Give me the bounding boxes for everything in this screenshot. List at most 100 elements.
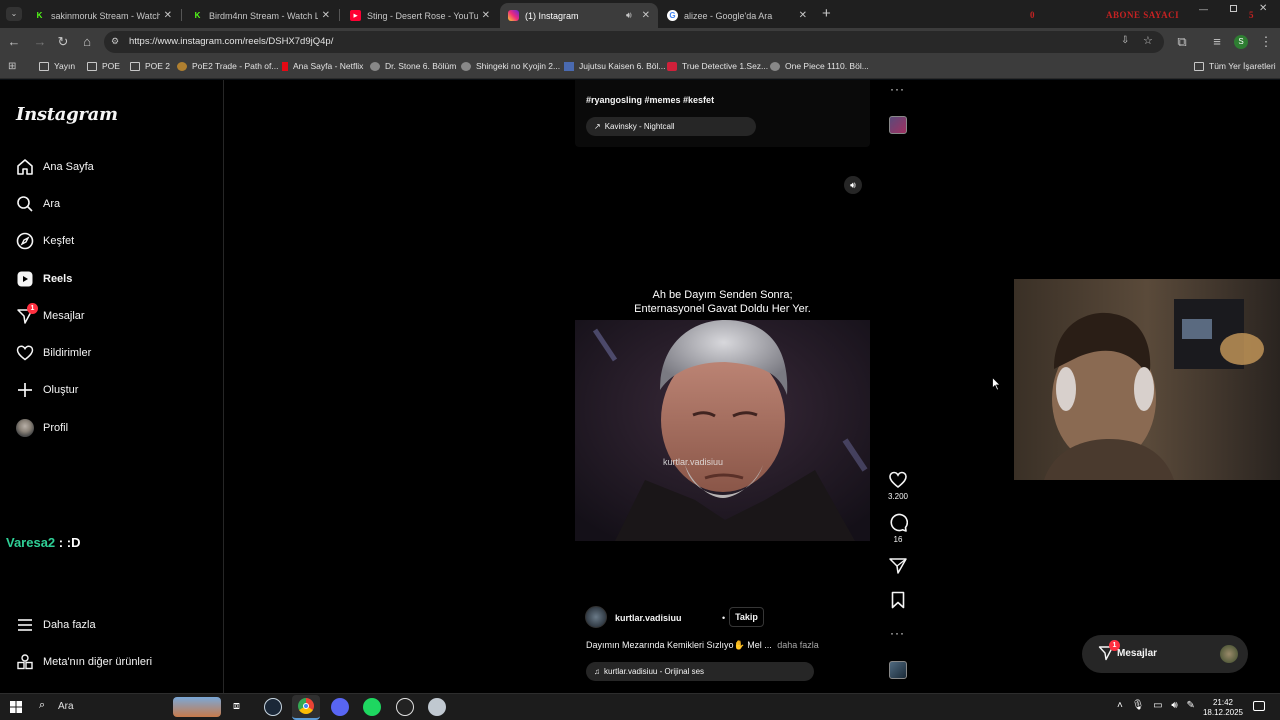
home-button[interactable]: ⌂ xyxy=(79,34,95,50)
bookmark-dr-stone[interactable]: Dr. Stone 6. Bölüm xyxy=(370,61,456,71)
minimize-button[interactable]: — xyxy=(1199,4,1208,14)
search-icon xyxy=(17,196,33,212)
sidebar-item-more[interactable]: Daha fazla xyxy=(16,613,96,637)
reel-hashtags[interactable]: #ryangosling #memes #kesfet xyxy=(586,95,714,105)
notification-center-icon[interactable] xyxy=(1253,701,1265,711)
app-icon[interactable] xyxy=(428,698,446,716)
speaker-icon[interactable]: 🔊︎ xyxy=(626,10,632,21)
stream-chat-overlay: Varesa2 : :D xyxy=(6,535,81,550)
sidebar-item-search[interactable]: Ara xyxy=(16,192,60,216)
all-bookmarks[interactable]: Tüm Yer İşaretleri xyxy=(1194,61,1276,71)
microphone-icon[interactable]: 🎙︎ xyxy=(1132,700,1145,711)
system-tray: ˄ 🎙︎ ▭ 🔊︎ ✎ xyxy=(1117,700,1195,711)
tab-google[interactable]: G alizee - Google'da Ara ✕ xyxy=(659,3,815,28)
bookmark-netflix[interactable]: Ana Sayfa - Netflix xyxy=(282,61,363,71)
new-tab-button[interactable]: + xyxy=(822,5,831,22)
sidebar-item-home[interactable]: Ana Sayfa xyxy=(16,155,94,179)
windows-start-icon[interactable] xyxy=(10,701,22,713)
search-icon: ⌕ xyxy=(39,699,46,711)
task-view-icon[interactable]: ⧈ xyxy=(233,700,240,713)
sidebar-item-meta[interactable]: Meta'nın diğer ürünleri xyxy=(16,650,152,674)
sidebar-item-notifications[interactable]: Bildirimler xyxy=(16,341,91,365)
show-more-link[interactable]: daha fazla xyxy=(777,640,819,650)
sidebar-item-reels[interactable]: Reels xyxy=(16,267,72,291)
spotify-icon[interactable] xyxy=(363,698,381,716)
messenger-icon: 1 xyxy=(1098,640,1120,661)
extensions-icon[interactable]: ⧉ xyxy=(1174,34,1190,50)
chevron-up-icon[interactable]: ˄ xyxy=(1117,700,1123,711)
share-icon[interactable] xyxy=(888,556,908,576)
sidebar-item-explore[interactable]: Keşfet xyxy=(16,229,74,253)
taskbar-clock[interactable]: 21:42 18.12.2025 xyxy=(1200,698,1246,718)
menu-icon[interactable]: ⋮ xyxy=(1258,34,1274,50)
avatar xyxy=(1220,645,1238,663)
steam-icon[interactable] xyxy=(264,698,282,716)
kick-icon: K xyxy=(36,11,43,20)
app-icon[interactable] xyxy=(396,698,414,716)
save-bookmark-icon[interactable] xyxy=(888,590,908,610)
close-tab-icon[interactable]: ✕ xyxy=(164,10,172,21)
bookmark-star-icon[interactable]: ☆ xyxy=(1143,34,1153,47)
more-options-icon[interactable]: ··· xyxy=(890,82,905,96)
folder-icon xyxy=(87,61,97,71)
network-icon[interactable]: ▭ xyxy=(1153,700,1162,711)
author-avatar[interactable] xyxy=(585,606,607,628)
close-tab-icon[interactable]: ✕ xyxy=(799,10,807,21)
taskbar-search[interactable]: ⌕ Ara xyxy=(32,697,224,717)
instagram-logo[interactable]: Instagram xyxy=(16,104,118,125)
reload-button[interactable]: ↻ xyxy=(55,34,71,50)
site-icon xyxy=(461,61,471,71)
comment-icon[interactable] xyxy=(888,513,908,533)
discord-icon[interactable] xyxy=(331,698,349,716)
comment-count: 16 xyxy=(893,535,903,544)
bookmark-one-piece[interactable]: One Piece 1110. Böl... xyxy=(770,61,869,71)
close-tab-icon[interactable]: ✕ xyxy=(322,10,330,21)
like-heart-icon[interactable] xyxy=(888,470,908,490)
google-icon: G xyxy=(667,10,678,21)
tab-sakinmoruk[interactable]: K sakinmoruk Stream - Watch Live ✕ xyxy=(26,3,180,28)
tab-search-button[interactable]: ⌄ xyxy=(6,7,22,21)
bookmark-poe[interactable]: POE xyxy=(87,61,120,71)
sidebar-item-create[interactable]: Oluştur xyxy=(16,378,78,402)
site-info-icon[interactable]: ⚙ xyxy=(111,36,119,47)
tab-instagram[interactable]: (1) Instagram 🔊︎ ✕ xyxy=(500,3,658,28)
back-button[interactable]: ← xyxy=(6,34,22,50)
messages-floating-button[interactable]: 1 Mesajlar xyxy=(1082,635,1248,673)
bookmark-yayin[interactable]: Yayın xyxy=(39,61,75,71)
audio-link[interactable]: ♫ kurtlar.vadisiuu - Orijinal ses xyxy=(586,662,814,681)
follow-button[interactable]: Takip xyxy=(729,607,764,627)
close-tab-icon[interactable]: ✕ xyxy=(482,10,490,21)
mouse-cursor-icon xyxy=(992,377,1001,391)
audio-thumbnail[interactable] xyxy=(889,116,907,134)
profile-avatar[interactable]: S xyxy=(1234,35,1248,49)
pen-icon[interactable]: ✎ xyxy=(1186,700,1194,711)
address-bar[interactable]: ⚙ https://www.instagram.com/reels/DSHX7d… xyxy=(104,31,1164,53)
author-username[interactable]: kurtlar.vadisiuu xyxy=(615,613,682,623)
sidebar-item-profile[interactable]: Profil xyxy=(16,416,68,440)
reel-caption[interactable]: Dayımın Mezarında Kemikleri Sızlıyo✋ Mel… xyxy=(586,640,819,651)
bookmark-true-detective[interactable]: True Detective 1.Sez... xyxy=(667,61,768,71)
mute-toggle[interactable]: 🔊︎ xyxy=(844,176,862,194)
restore-button[interactable] xyxy=(1230,5,1237,12)
audio-thumbnail[interactable] xyxy=(889,661,907,679)
volume-icon[interactable]: 🔊︎ xyxy=(1171,700,1177,711)
sidebar-item-messages[interactable]: 1 Mesajlar xyxy=(16,303,85,328)
tab-youtube[interactable]: ▶ Sting - Desert Rose - YouTube ✕ xyxy=(342,3,498,28)
site-icon xyxy=(564,61,574,71)
bookmark-shingeki[interactable]: Shingeki no Kyojin 2... xyxy=(461,61,560,71)
tab-birdm4nn[interactable]: K Birdm4nn Stream - Watch Live ✕ xyxy=(184,3,338,28)
bookmark-jujutsu[interactable]: Jujutsu Kaisen 6. Böl... xyxy=(564,61,665,71)
media-control-icon[interactable]: ≡ xyxy=(1209,34,1225,50)
music-note-icon: ♫ xyxy=(594,667,600,676)
forward-button[interactable]: → xyxy=(32,34,48,50)
bookmark-poe2-trade[interactable]: PoE2 Trade - Path of... xyxy=(177,61,278,71)
apps-icon[interactable]: ⊞ xyxy=(8,61,16,72)
close-tab-icon[interactable]: ✕ xyxy=(642,10,650,21)
chrome-taskbar-button[interactable] xyxy=(292,695,320,720)
reel-video[interactable]: 🔊︎ Ah be Dayım Senden Sonra; Enternasyon… xyxy=(575,169,870,693)
install-app-icon[interactable]: ⇩ xyxy=(1121,35,1129,46)
close-window-button[interactable]: ✕ xyxy=(1259,3,1267,14)
audio-link[interactable]: ↗ Kavinsky - Nightcall xyxy=(586,117,756,136)
bookmark-poe2[interactable]: POE 2 xyxy=(130,61,170,71)
more-options-icon[interactable]: ··· xyxy=(890,626,905,640)
